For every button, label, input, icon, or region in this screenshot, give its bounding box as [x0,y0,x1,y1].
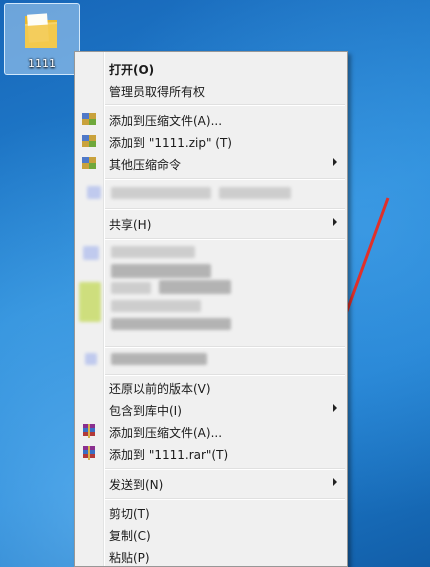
menu-item-redacted[interactable] [77,182,345,204]
redacted-icon [85,353,97,365]
archive-icon [82,113,96,125]
redacted-label [111,282,151,294]
menu-redacted-group [77,242,345,342]
redacted-icon [87,186,101,199]
submenu-arrow-icon [333,404,337,412]
submenu-arrow-icon [333,158,337,166]
compress-commands-icon [82,157,96,169]
submenu-arrow-icon [333,478,337,486]
menu-item-add-archive-rar[interactable]: 添加到压缩文件(A)... [77,420,345,442]
redacted-label [111,318,231,330]
menu-item-cut[interactable]: 剪切(T) [77,501,345,523]
menu-separator [105,178,345,180]
menu-item-paste[interactable]: 粘贴(P) [77,545,345,567]
menu-item-add-rar[interactable]: 添加到 "1111.rar"(T) [77,442,345,464]
menu-item-send-to[interactable]: 发送到(N) [77,472,345,494]
redacted-label [219,187,291,199]
winrar-icon [83,424,95,438]
redacted-icon [83,246,99,260]
menu-separator [105,498,345,500]
menu-item-restore-previous[interactable]: 还原以前的版本(V) [77,376,345,398]
menu-item-take-ownership[interactable]: 管理员取得所有权 [77,79,345,101]
context-menu: 打开(O) 管理员取得所有权 添加到压缩文件(A)... 添加到 "1111.z… [74,51,348,567]
submenu-arrow-icon [333,218,337,226]
menu-separator [105,238,345,240]
menu-separator [105,208,345,210]
menu-separator [105,468,345,470]
redacted-label [111,246,195,258]
redacted-label [111,300,201,312]
redacted-label [111,187,211,199]
menu-separator [105,104,345,106]
winrar-icon [83,446,95,460]
redacted-label [111,353,207,365]
menu-item-include-library[interactable]: 包含到库中(I) [77,398,345,420]
redacted-label [159,280,231,294]
menu-item-share[interactable]: 共享(H) [77,212,345,234]
menu-item-redacted[interactable] [77,348,345,370]
menu-item-add-archive[interactable]: 添加到压缩文件(A)... [77,108,345,130]
menu-item-copy[interactable]: 复制(C) [77,523,345,545]
redacted-label [111,264,211,278]
menu-item-open[interactable]: 打开(O) [77,57,345,79]
menu-item-add-zip[interactable]: 添加到 "1111.zip" (T) [77,130,345,152]
redacted-icon [79,282,101,322]
menu-item-other-compress[interactable]: 其他压缩命令 [77,152,345,174]
zip-archive-icon [82,135,96,147]
